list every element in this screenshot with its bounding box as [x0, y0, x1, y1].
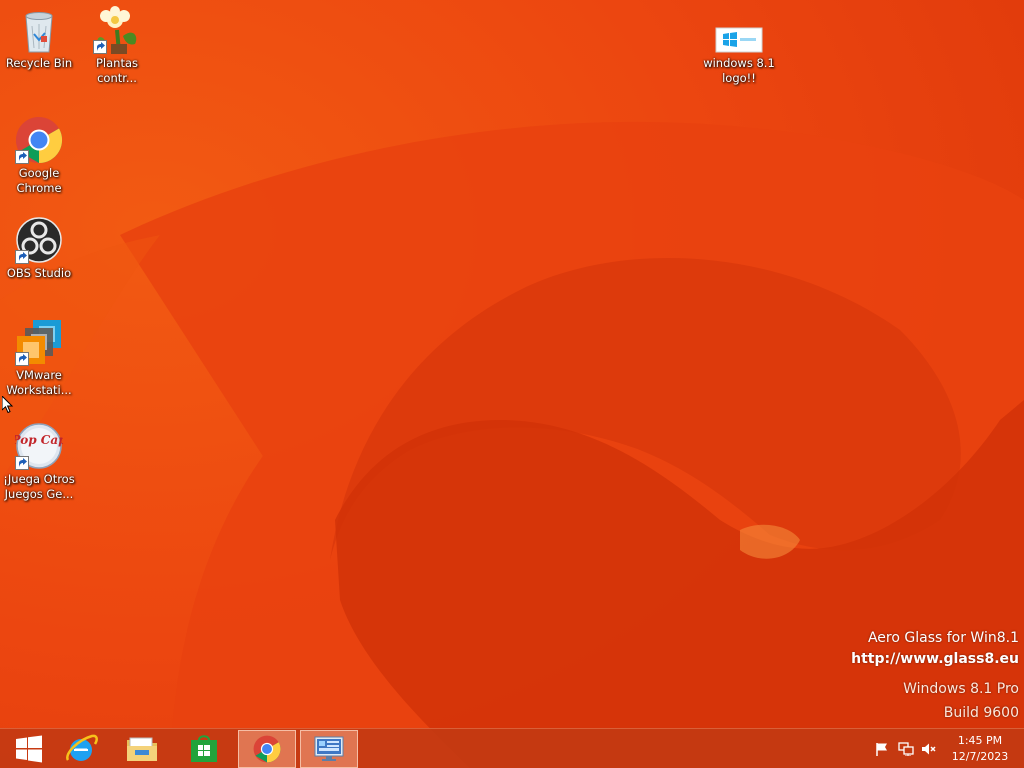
desktop-icon-popcap-games[interactable]: Pop Cap ¡Juega Otros Juegos Ge...	[1, 422, 77, 502]
desktop-icon-label: Recycle Bin	[5, 56, 73, 70]
desktop-icon-label: Plantas contr...	[95, 56, 138, 85]
image-file-icon	[715, 24, 763, 54]
taskbar-windows-store[interactable]	[175, 730, 233, 768]
shortcut-arrow-icon	[15, 250, 29, 264]
desktop-icon-label: VMware Workstati...	[6, 368, 72, 397]
taskbar: 1:45 PM 12/7/2023	[0, 728, 1024, 768]
windows-logo-icon	[16, 735, 42, 763]
folder-icon	[127, 737, 157, 761]
shortcut-arrow-icon	[15, 352, 29, 366]
clock-time: 1:45 PM	[957, 734, 1003, 747]
desktop-icon-recycle-bin[interactable]: Recycle Bin	[1, 6, 77, 71]
vmware-icon	[15, 318, 63, 366]
taskbar-remote-desktop[interactable]	[300, 730, 358, 768]
recycle-bin-icon	[15, 6, 63, 54]
desktop-icon-windows-logo-file[interactable]: windows 8.1 logo!!	[701, 24, 777, 86]
store-icon	[191, 735, 217, 762]
taskbar-file-explorer[interactable]	[113, 730, 171, 768]
taskbar-clock[interactable]: 1:45 PM 12/7/2023	[940, 733, 1020, 765]
aero-glass-url: http://www.glass8.eu	[851, 651, 1019, 667]
plants-vs-zombies-icon	[93, 6, 141, 54]
chrome-icon	[253, 735, 281, 763]
aero-glass-title: Aero Glass for Win8.1	[867, 630, 1019, 646]
desktop-icon-google-chrome[interactable]: Google Chrome	[1, 116, 77, 196]
popcap-icon: Pop Cap	[11, 422, 67, 470]
volume-muted-icon[interactable]	[921, 742, 937, 756]
desktop-icon-label: OBS Studio	[6, 266, 72, 280]
desktop-icon-obs-studio[interactable]: OBS Studio	[1, 216, 77, 281]
desktop-icon-label: Google Chrome	[16, 166, 62, 195]
start-button[interactable]	[0, 730, 58, 768]
windows-build: Build 9600	[943, 705, 1019, 721]
chrome-icon	[15, 116, 63, 164]
network-icon[interactable]	[898, 742, 914, 756]
shortcut-arrow-icon	[15, 456, 29, 470]
ie-icon	[66, 734, 98, 761]
shortcut-arrow-icon	[93, 40, 107, 54]
clock-date: 12/7/2023	[951, 750, 1009, 763]
desktop-icon-label: windows 8.1 logo!!	[703, 56, 775, 85]
taskbar-google-chrome[interactable]	[238, 730, 296, 768]
windows-edition: Windows 8.1 Pro	[903, 681, 1019, 697]
obs-icon	[15, 216, 63, 264]
desktop-icon-plantas[interactable]: Plantas contr...	[79, 6, 155, 86]
popcap-logo-text: Pop Cap	[15, 433, 63, 447]
desktop-icon-label: ¡Juega Otros Juegos Ge...	[3, 472, 75, 501]
desktop-icon-vmware[interactable]: VMware Workstati...	[1, 318, 77, 398]
shortcut-arrow-icon	[15, 150, 29, 164]
action-center-flag-icon[interactable]	[874, 742, 890, 756]
monitor-icon	[314, 736, 344, 761]
taskbar-internet-explorer[interactable]	[52, 730, 110, 768]
mouse-cursor-icon	[2, 396, 14, 414]
desktop-watermark: Aero Glass for Win8.1 http://www.glass8.…	[851, 628, 1019, 725]
